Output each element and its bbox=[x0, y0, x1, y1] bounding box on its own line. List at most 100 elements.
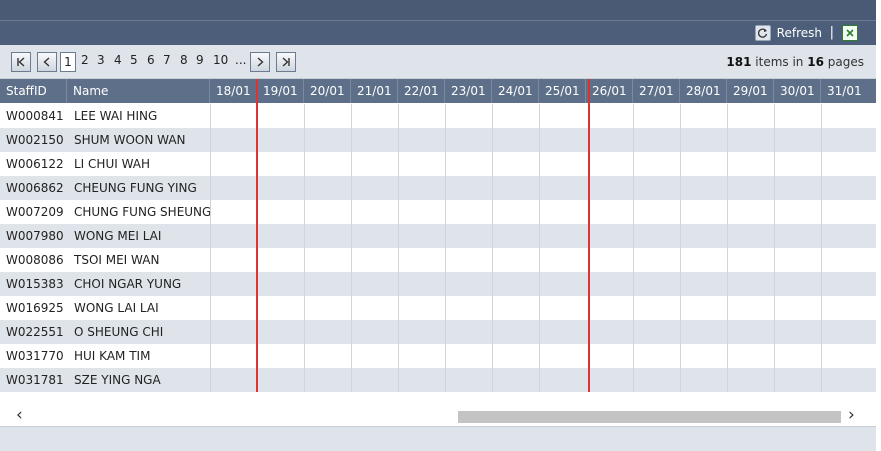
table-row[interactable]: W007209 CHUNG FUNG SHEUNG bbox=[0, 200, 876, 224]
staff-name-cell: SHUM WOON WAN bbox=[74, 133, 186, 147]
page-link-9[interactable]: 9 bbox=[196, 53, 204, 67]
column-divider bbox=[774, 104, 775, 392]
column-header-date[interactable]: 22/01 bbox=[398, 79, 445, 103]
first-page-icon bbox=[17, 57, 25, 67]
page-link-2[interactable]: 2 bbox=[81, 53, 89, 67]
total-pages: 16 bbox=[807, 55, 824, 69]
column-divider bbox=[445, 104, 446, 392]
column-header-date[interactable]: 28/01 bbox=[680, 79, 727, 103]
staff-id-cell: W000841 bbox=[6, 109, 64, 123]
table-row[interactable]: W022551 O SHEUNG CHI bbox=[0, 320, 876, 344]
page-link-7[interactable]: 7 bbox=[163, 53, 171, 67]
staff-id-cell: W006862 bbox=[6, 181, 64, 195]
column-header-date[interactable]: 21/01 bbox=[351, 79, 398, 103]
column-divider bbox=[633, 104, 634, 392]
last-page-icon bbox=[282, 57, 290, 67]
column-header-date[interactable]: 27/01 bbox=[633, 79, 680, 103]
horizontal-scrollbar[interactable]: ‹ › bbox=[0, 405, 876, 426]
column-header-date[interactable]: 18/01 bbox=[210, 79, 257, 103]
staff-name-cell: CHUNG FUNG SHEUNG bbox=[74, 205, 212, 219]
week-start-marker bbox=[256, 79, 258, 392]
staff-name-cell: SZE YING NGA bbox=[74, 373, 161, 387]
table-row[interactable]: W006122 LI CHUI WAH bbox=[0, 152, 876, 176]
refresh-label: Refresh bbox=[776, 26, 822, 40]
column-header-date[interactable]: 25/01 bbox=[539, 79, 586, 103]
chevron-left-icon[interactable]: ‹ bbox=[16, 405, 23, 425]
grid-footer bbox=[0, 426, 876, 451]
column-divider bbox=[539, 104, 540, 392]
items-text: items in bbox=[755, 55, 804, 69]
prev-page-icon bbox=[43, 57, 50, 67]
staff-name-cell: O SHEUNG CHI bbox=[74, 325, 164, 339]
page-link-4[interactable]: 4 bbox=[114, 53, 122, 67]
staff-name-cell: CHEUNG FUNG YING bbox=[74, 181, 197, 195]
column-header-date[interactable]: 24/01 bbox=[492, 79, 539, 103]
toolbar-separator: | bbox=[829, 25, 834, 40]
column-header-date[interactable]: 31/01 bbox=[821, 79, 876, 103]
staff-id-cell: W016925 bbox=[6, 301, 64, 315]
staff-name-cell: WONG LAI LAI bbox=[74, 301, 159, 315]
staff-name-cell: HUI KAM TIM bbox=[74, 349, 151, 363]
first-page-button[interactable] bbox=[11, 52, 31, 72]
page-link-5[interactable]: 5 bbox=[130, 53, 138, 67]
staff-id-cell: W015383 bbox=[6, 277, 64, 291]
pages-text: pages bbox=[827, 55, 864, 69]
column-divider bbox=[492, 104, 493, 392]
staff-id-cell: W031770 bbox=[6, 349, 64, 363]
staff-id-cell: W008086 bbox=[6, 253, 64, 267]
scrollbar-thumb[interactable] bbox=[458, 411, 841, 423]
staff-id-cell: W007980 bbox=[6, 229, 64, 243]
table-row[interactable]: W008086 TSOI MEI WAN bbox=[0, 248, 876, 272]
staff-name-cell: LEE WAI HING bbox=[74, 109, 158, 123]
table-row[interactable]: W000841 LEE WAI HING bbox=[0, 104, 876, 128]
prev-page-button[interactable] bbox=[37, 52, 57, 72]
page-link-1[interactable]: 1 bbox=[60, 52, 76, 72]
column-divider bbox=[398, 104, 399, 392]
table-row[interactable]: W007980 WONG MEI LAI bbox=[0, 224, 876, 248]
staff-id-cell: W006122 bbox=[6, 157, 64, 171]
refresh-button[interactable]: Refresh bbox=[754, 25, 822, 41]
pager-info: 181 items in 16 pages bbox=[726, 55, 864, 69]
chevron-right-icon[interactable]: › bbox=[848, 405, 855, 425]
column-header-date[interactable]: 19/01 bbox=[257, 79, 304, 103]
staff-id-cell: W022551 bbox=[6, 325, 64, 339]
title-bar bbox=[0, 0, 876, 21]
column-header-date[interactable]: 26/01 bbox=[586, 79, 633, 103]
staff-name-cell: CHOI NGAR YUNG bbox=[74, 277, 182, 291]
page-link-8[interactable]: 8 bbox=[180, 53, 188, 67]
column-header-date[interactable]: 30/01 bbox=[774, 79, 821, 103]
column-divider bbox=[680, 104, 681, 392]
last-page-button[interactable] bbox=[276, 52, 296, 72]
column-divider bbox=[727, 104, 728, 392]
column-divider bbox=[351, 104, 352, 392]
page-link-3[interactable]: 3 bbox=[97, 53, 105, 67]
staff-name-cell: TSOI MEI WAN bbox=[74, 253, 160, 267]
column-divider bbox=[821, 104, 822, 392]
table-row[interactable]: W031770 HUI KAM TIM bbox=[0, 344, 876, 368]
next-page-button[interactable] bbox=[250, 52, 270, 72]
table-row[interactable]: W031781 SZE YING NGA bbox=[0, 368, 876, 392]
table-row[interactable]: W015383 CHOI NGAR YUNG bbox=[0, 272, 876, 296]
total-items: 181 bbox=[726, 55, 752, 69]
column-divider bbox=[304, 104, 305, 392]
refresh-icon bbox=[754, 25, 771, 41]
column-header-staffid[interactable]: StaffID bbox=[0, 79, 67, 103]
column-header-date[interactable]: 20/01 bbox=[304, 79, 351, 103]
toolbar: Refresh | bbox=[0, 21, 876, 45]
staff-id-cell: W002150 bbox=[6, 133, 64, 147]
next-page-icon bbox=[257, 57, 264, 67]
page-link-10[interactable]: 10 bbox=[213, 53, 228, 67]
column-header-date[interactable]: 23/01 bbox=[445, 79, 492, 103]
table-row[interactable]: W002150 SHUM WOON WAN bbox=[0, 128, 876, 152]
week-start-marker bbox=[588, 79, 590, 392]
column-header-name[interactable]: Name bbox=[67, 79, 210, 103]
table-row[interactable]: W006862 CHEUNG FUNG YING bbox=[0, 176, 876, 200]
staff-name-cell: LI CHUI WAH bbox=[74, 157, 151, 171]
page-link-6[interactable]: 6 bbox=[147, 53, 155, 67]
page-link-more[interactable]: ... bbox=[235, 53, 246, 67]
staff-name-cell: WONG MEI LAI bbox=[74, 229, 162, 243]
staff-id-cell: W031781 bbox=[6, 373, 64, 387]
column-header-date[interactable]: 29/01 bbox=[727, 79, 774, 103]
table-row[interactable]: W016925 WONG LAI LAI bbox=[0, 296, 876, 320]
excel-export-icon[interactable] bbox=[842, 25, 858, 41]
